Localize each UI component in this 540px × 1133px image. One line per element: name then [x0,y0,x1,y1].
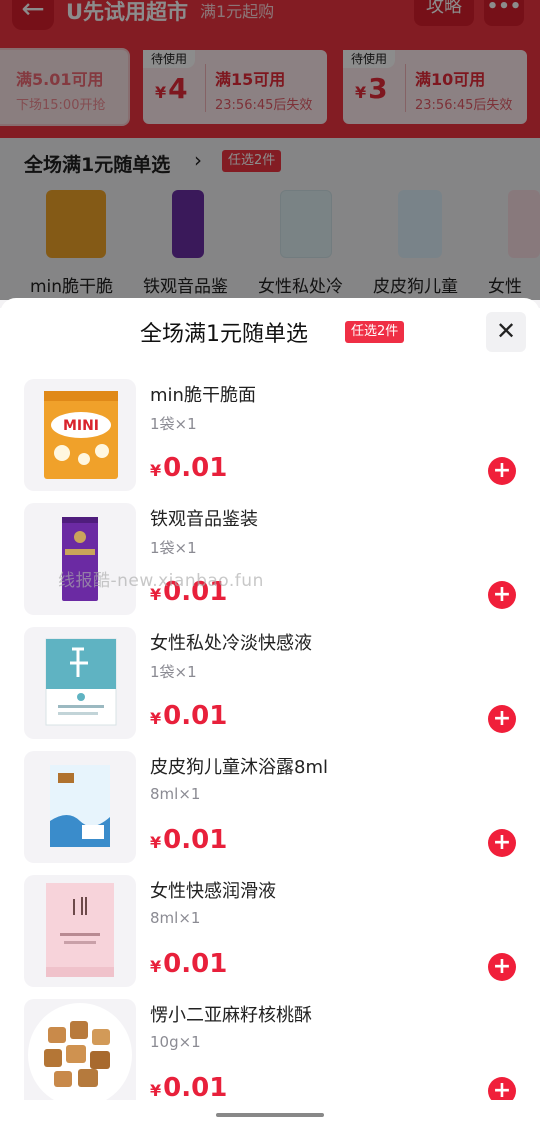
product-name: 铁观音品鉴装 [150,509,258,530]
product-image [24,875,136,987]
home-indicator[interactable] [216,1113,324,1117]
product-price: ¥0.01 [150,949,228,979]
product-name: 皮皮狗儿童沐浴露8ml [150,757,328,778]
plus-icon: + [492,458,512,483]
product-name: 女性私处冷淡快感液 [150,633,312,654]
selection-sheet: 全场满1元随单选 任选2件 ✕ MINI min脆干脆面 1袋×1 ¥0.01 … [0,298,540,1133]
list-item[interactable]: 皮皮狗儿童沐浴露8ml 8ml×1 ¥0.01 + [0,751,540,875]
product-image [24,503,136,615]
modal-backdrop[interactable] [0,0,540,300]
product-name: 愣小二亚麻籽核桃酥 [150,1005,312,1026]
add-button[interactable]: + [488,457,516,485]
add-button[interactable]: + [488,953,516,981]
product-spec: 10g×1 [150,1033,201,1051]
add-button[interactable]: + [488,829,516,857]
product-spec: 8ml×1 [150,909,201,927]
sheet-title: 全场满1元随单选 [140,322,308,347]
list-item[interactable]: 铁观音品鉴装 1袋×1 ¥0.01 + [0,503,540,627]
product-spec: 1袋×1 [150,415,197,433]
svg-text:MINI: MINI [63,418,99,434]
product-image: MINI [24,379,136,491]
add-button[interactable]: + [488,705,516,733]
product-image [24,999,136,1111]
plus-icon: + [492,582,512,607]
add-button[interactable]: + [488,581,516,609]
product-price: ¥0.01 [150,1073,228,1103]
close-button[interactable]: ✕ [486,312,526,352]
product-spec: 1袋×1 [150,539,197,557]
list-item[interactable]: MINI min脆干脆面 1袋×1 ¥0.01 + [0,379,540,503]
product-spec: 1袋×1 [150,663,197,681]
product-spec: 8ml×1 [150,785,201,803]
close-icon: ✕ [495,317,517,345]
list-item[interactable]: 女性私处冷淡快感液 1袋×1 ¥0.01 + [0,627,540,751]
product-image [24,627,136,739]
plus-icon: + [492,954,512,979]
pick-count-badge: 任选2件 [345,321,405,343]
product-image [24,751,136,863]
product-price: ¥0.01 [150,825,228,855]
watermark-text: 线报酷-new.xianbao.fun [58,571,264,591]
product-name: min脆干脆面 [150,385,256,406]
product-price: ¥0.01 [150,453,228,483]
plus-icon: + [492,706,512,731]
plus-icon: + [492,830,512,855]
product-price: ¥0.01 [150,701,228,731]
product-name: 女性快感润滑液 [150,881,276,902]
list-item[interactable]: 女性快感润滑液 8ml×1 ¥0.01 + [0,875,540,999]
